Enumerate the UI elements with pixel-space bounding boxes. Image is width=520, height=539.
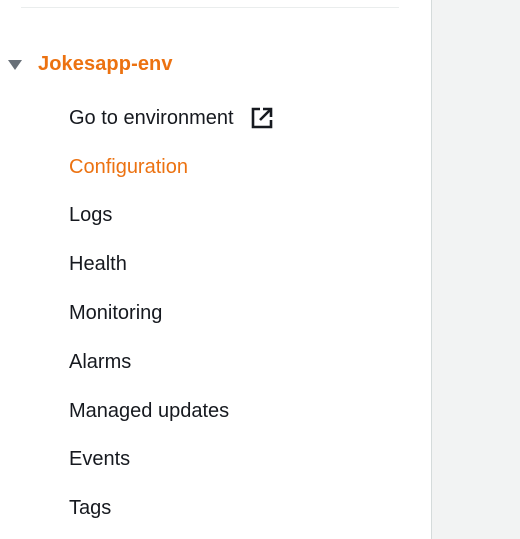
nav-item-label[interactable]: Go to environment <box>69 107 234 130</box>
nav-item-tags[interactable]: Tags <box>69 484 274 533</box>
nav-item-managed-updates[interactable]: Managed updates <box>69 387 274 436</box>
nav-item-label[interactable]: Configuration <box>69 156 188 179</box>
nav-item-health[interactable]: Health <box>69 240 274 289</box>
caret-down-icon[interactable] <box>8 60 22 70</box>
nav-item-label[interactable]: Events <box>69 448 130 471</box>
nav-item-label[interactable]: Tags <box>69 497 111 520</box>
environment-toggle[interactable]: Jokesapp-env <box>8 50 173 78</box>
nav-item-label[interactable]: Monitoring <box>69 302 162 325</box>
nav-item-label[interactable]: Alarms <box>69 351 131 374</box>
nav-item-go-to-environment[interactable]: Go to environment <box>69 94 274 143</box>
navigation-sidebar: Jokesapp-env Go to environment Configura… <box>0 0 431 539</box>
nav-item-monitoring[interactable]: Monitoring <box>69 289 274 338</box>
nav-item-alarms[interactable]: Alarms <box>69 338 274 387</box>
nav-item-label[interactable]: Health <box>69 253 127 276</box>
app-frame: Jokesapp-env Go to environment Configura… <box>0 0 520 539</box>
external-link-icon[interactable] <box>250 106 274 130</box>
nav-item-logs[interactable]: Logs <box>69 192 274 241</box>
environment-nav-list: Go to environment Configuration Logs Hea… <box>69 94 274 533</box>
main-content-area <box>431 0 520 539</box>
nav-item-configuration[interactable]: Configuration <box>69 143 274 192</box>
environment-name[interactable]: Jokesapp-env <box>38 53 173 76</box>
nav-item-label[interactable]: Logs <box>69 204 112 227</box>
nav-item-events[interactable]: Events <box>69 436 274 485</box>
nav-item-label[interactable]: Managed updates <box>69 400 229 423</box>
section-divider <box>21 7 399 8</box>
